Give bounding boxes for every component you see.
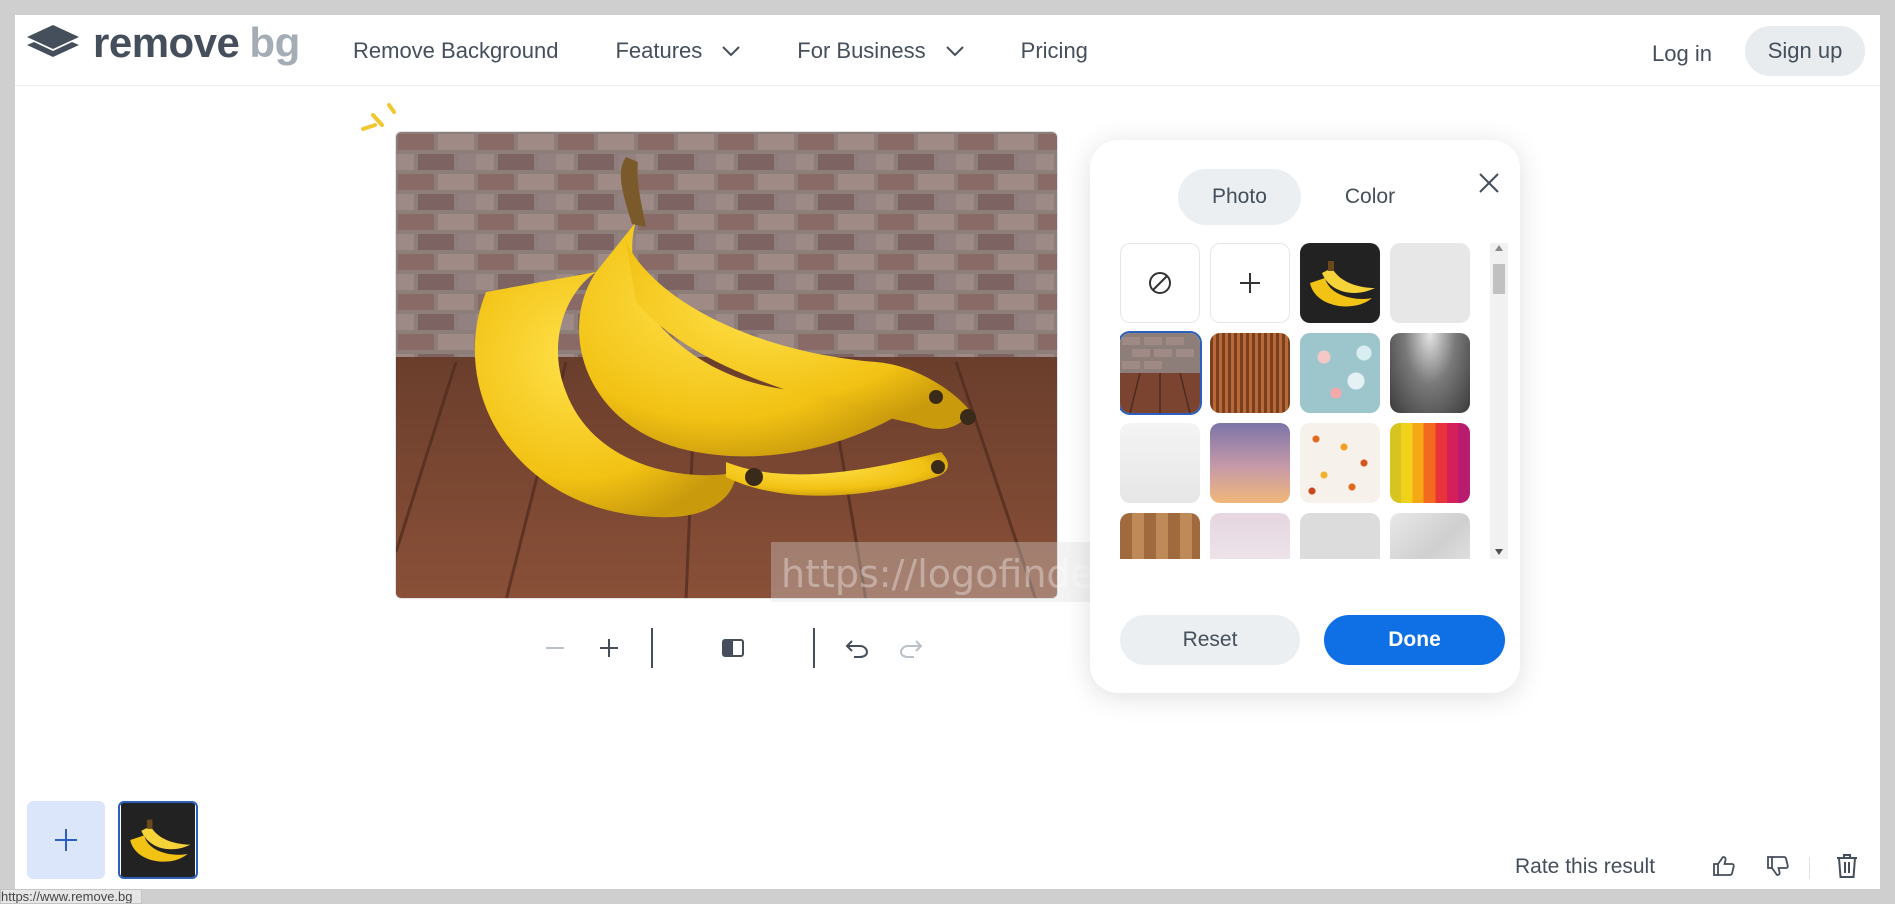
add-image-button[interactable] (27, 801, 105, 879)
zoom-in-button[interactable] (589, 628, 629, 668)
thumbs-up-icon (1713, 856, 1735, 876)
no-background-tile[interactable] (1120, 243, 1200, 323)
bananas-on-brick-image (396, 132, 1057, 598)
image-thumbnail[interactable] (118, 801, 198, 879)
zoom-out-button[interactable] (535, 628, 575, 668)
nav-label: Remove Background (353, 37, 559, 63)
rating-divider (1809, 857, 1810, 879)
nav-label: Features (615, 37, 703, 63)
grid-scrollbar[interactable] (1490, 243, 1508, 559)
rate-result-label: Rate this result (1515, 855, 1656, 878)
reset-button[interactable]: Reset (1120, 615, 1300, 665)
removebg-logo[interactable]: remove bg (25, 21, 300, 65)
background-type-tabs: Photo Color (1178, 169, 1429, 225)
delete-button[interactable] (1830, 849, 1864, 883)
tab-color[interactable]: Color (1311, 169, 1429, 225)
redo-icon (899, 640, 923, 658)
nav-label: Pricing (1020, 37, 1088, 63)
main-nav: Remove Background Features For Business … (353, 15, 1145, 86)
bananas-thumbnail (121, 803, 195, 877)
undo-icon (845, 640, 869, 658)
copper-stripes-tile[interactable] (1210, 333, 1290, 413)
lavender-fade-tile[interactable] (1210, 513, 1290, 559)
close-panel-button[interactable] (1476, 170, 1502, 196)
gray-plain-tile[interactable] (1300, 513, 1380, 559)
nav-features[interactable]: Features (615, 38, 740, 64)
status-bar-url: https://www.remove.bg (0, 889, 142, 904)
scroll-down-arrow[interactable] (1495, 549, 1503, 555)
redo-button[interactable] (891, 628, 931, 668)
undo-button[interactable] (837, 628, 877, 668)
confetti-dots-tile[interactable] (1300, 423, 1380, 503)
plus-icon (1240, 273, 1260, 293)
dark-spotlight-tile[interactable] (1390, 333, 1470, 413)
marble-tile[interactable] (1390, 513, 1470, 559)
logo-text: remove bg (93, 21, 300, 65)
wood-planks-tile[interactable] (1120, 513, 1200, 559)
logo-word-bg: bg (249, 19, 300, 66)
chevron-down-icon (945, 45, 964, 56)
background-picker-panel: Photo Color Reset Done (1090, 140, 1520, 693)
thumbs-down-icon (1767, 856, 1789, 876)
sparkle-icon (361, 103, 396, 131)
signup-button[interactable]: Sign up (1745, 26, 1865, 76)
close-icon (1479, 173, 1499, 193)
tab-photo[interactable]: Photo (1178, 169, 1301, 225)
bokeh-tile[interactable] (1300, 333, 1380, 413)
nav-remove-background[interactable]: Remove Background (353, 38, 558, 64)
scroll-up-arrow[interactable] (1495, 245, 1503, 251)
purple-sunset-tile[interactable] (1210, 423, 1290, 503)
layers-logo-icon (27, 25, 79, 57)
bananas-dark-tile[interactable] (1300, 243, 1380, 323)
nav-label: For Business (797, 37, 926, 63)
light-gray-tile[interactable] (1390, 243, 1470, 323)
toolbar-divider (651, 628, 653, 668)
trash-icon (1837, 854, 1857, 878)
brick-wood-tile[interactable] (1120, 333, 1200, 413)
minus-icon (546, 647, 564, 649)
plus-icon (55, 829, 77, 851)
toolbar-divider (813, 628, 815, 668)
chevron-down-icon (722, 45, 740, 56)
scroll-thumb[interactable] (1493, 264, 1505, 294)
login-link[interactable]: Log in (1652, 41, 1712, 67)
top-navbar: remove bg Remove Background Features For … (15, 15, 1880, 86)
page: remove bg Remove Background Features For … (15, 15, 1880, 889)
logo-word-remove: remove (93, 19, 240, 66)
compare-icon (722, 639, 744, 657)
compare-button[interactable] (713, 628, 753, 668)
thumbs-down-button[interactable] (1761, 849, 1795, 883)
no-background-icon (1149, 272, 1171, 294)
done-button[interactable]: Done (1324, 615, 1505, 665)
brick-wood-thumbnail (1120, 333, 1200, 413)
background-grid (1120, 243, 1470, 559)
nav-for-business[interactable]: For Business (797, 37, 964, 64)
bananas-thumbnail (1300, 243, 1380, 323)
white-soft-tile[interactable] (1120, 423, 1200, 503)
thumbs-up-button[interactable] (1707, 849, 1741, 883)
nav-pricing[interactable]: Pricing (1021, 38, 1088, 64)
rainbow-stripes-tile[interactable] (1390, 423, 1470, 503)
add-photo-tile[interactable] (1210, 243, 1290, 323)
plus-icon (600, 639, 618, 657)
edited-image-canvas[interactable] (395, 131, 1058, 599)
editor-toolbar (535, 627, 931, 669)
